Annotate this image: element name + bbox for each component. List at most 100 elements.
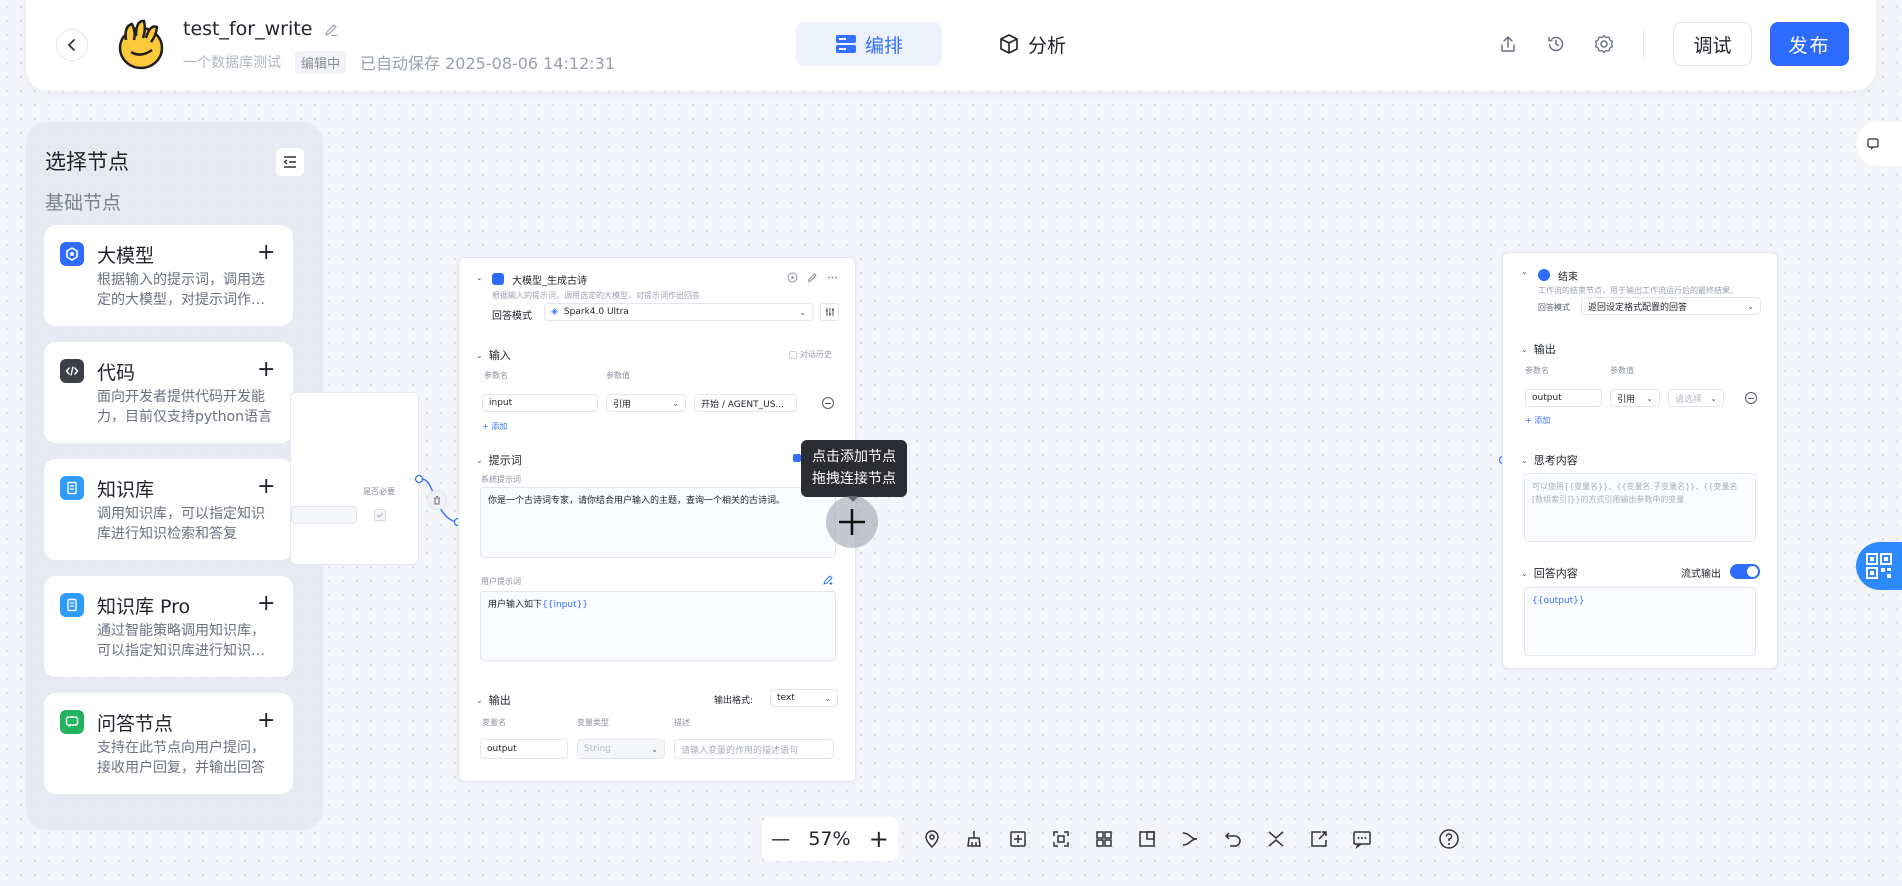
node-card-name: 大模型 [97, 245, 155, 267]
end-node-subtitle: 工作流的结束节点，用于输出工作流运行后的最终结果。 [1538, 286, 1738, 295]
minimap-icon[interactable] [1134, 826, 1160, 852]
ai-write-icon[interactable] [822, 574, 834, 586]
collapse-node-icon[interactable]: ⌄ [1521, 267, 1528, 276]
add-note-icon[interactable] [1005, 826, 1031, 852]
publish-button[interactable]: 发布 [1770, 22, 1849, 66]
system-prompt-editor[interactable]: 你是一个古诗词专家，请你结合用户输入的主题，查询一个相关的古诗词。 [480, 487, 836, 558]
add-node-plus-icon[interactable]: + [257, 592, 275, 616]
start-node-partial[interactable]: 是否必要 [290, 392, 419, 565]
think-content-editor[interactable]: 可以使用{{变量名}}、{{变量名.子变量名}}、{{变量名[数组索引]}}的方… [1524, 473, 1756, 542]
llm-node[interactable]: ⌄ 大模型_生成古诗 根据输入的提示词，调用选定的大模型，对提示词作出回答 回答… [458, 257, 856, 782]
end-output-section[interactable]: ⌄ 输出 [1521, 341, 1556, 357]
input-ref-select[interactable]: 开始 / AGENT_US... [694, 394, 797, 412]
tab-orchestrate[interactable]: 编排 [796, 22, 942, 66]
input-ref-value: 开始 / AGENT_US... [701, 399, 785, 410]
layout-icon[interactable] [1091, 826, 1117, 852]
collapse-node-icon[interactable]: ⌄ [476, 273, 483, 282]
output-desc-field[interactable]: 请输入变量的作用的描述语句 [674, 739, 834, 759]
autosave-status: 已自动保存 2025-08-06 14:12:31 [360, 54, 616, 73]
answer-content-editor[interactable]: {{output}} [1524, 587, 1756, 656]
clean-icon[interactable] [961, 826, 987, 852]
chevron-down-icon: ⌄ [1646, 393, 1653, 403]
stream-output-toggle[interactable] [1730, 564, 1760, 579]
connector-icon[interactable] [1177, 826, 1203, 852]
knowledge-icon [60, 476, 84, 500]
share-icon[interactable] [1496, 32, 1520, 56]
undo-icon[interactable] [1220, 826, 1246, 852]
end-output-name-field[interactable]: output [1525, 389, 1602, 407]
collapse-panel-button[interactable] [276, 148, 304, 176]
node-card-code[interactable]: 代码 + 面向开发者提供代码开发能力，目前仅支持python语言 [44, 342, 293, 443]
output-section[interactable]: ⌄ 输出 [476, 692, 511, 708]
node-card-knowledge-pro[interactable]: 知识库 Pro + 通过智能策略调用知识库，可以指定知识库进行知识检索 [44, 576, 293, 677]
node-card-qa[interactable]: 问答节点 + 支持在此节点向用户提问，接收用户回复，并输出回答 [44, 693, 293, 794]
end-output-type-select[interactable]: 引用 ⌄ [1610, 389, 1660, 407]
end-output-ref-select[interactable]: 请选择 ⌄ [1668, 389, 1724, 407]
remove-param-icon[interactable] [1745, 392, 1757, 404]
history-checkbox[interactable] [789, 350, 797, 359]
input-section[interactable]: ⌄ 输入 [476, 347, 511, 363]
feedback-button[interactable] [1856, 122, 1902, 166]
node-card-llm[interactable]: 大模型 + 根据输入的提示词，调用选定的大模型，对提示词作出回答 [44, 225, 293, 326]
app-title: test_for_write [183, 18, 338, 40]
collapse-all-icon[interactable] [1263, 826, 1289, 852]
run-icon[interactable] [787, 272, 798, 283]
answer-section[interactable]: ⌄ 回答内容 [1521, 565, 1578, 581]
qr-code-button[interactable] [1856, 542, 1902, 590]
prompt-section[interactable]: ⌄ 提示词 [476, 452, 522, 468]
add-node-handle[interactable] [826, 496, 878, 548]
chat-icon [1867, 138, 1879, 150]
add-node-plus-icon[interactable]: + [257, 241, 275, 265]
history-toggle[interactable]: 对话历史 [789, 349, 832, 360]
llm-node-subtitle: 根据输入的提示词，调用选定的大模型，对提示词作出回答 [492, 291, 700, 300]
output-name-field[interactable]: output [480, 739, 568, 759]
locate-icon[interactable] [919, 826, 945, 852]
delete-edge-button[interactable] [427, 490, 447, 510]
zoom-in-button[interactable]: + [869, 825, 889, 853]
fit-view-icon[interactable] [1048, 826, 1074, 852]
zoom-out-button[interactable]: — [771, 828, 790, 850]
user-prompt-editor[interactable]: 用户输入如下{{input}} [480, 591, 836, 661]
edit-title-icon[interactable] [324, 23, 338, 37]
system-prompt-text: 你是一个古诗词专家，请你结合用户输入的主题，查询一个相关的古诗词。 [488, 496, 786, 506]
comment-icon[interactable] [1349, 826, 1375, 852]
more-icon[interactable] [827, 272, 838, 283]
chevron-down-icon: ⌄ [1710, 393, 1717, 403]
required-checkbox[interactable] [374, 509, 386, 521]
add-input-button[interactable]: + 添加 [482, 421, 507, 432]
user-prompt-variable: {{input}} [542, 600, 589, 610]
node-card-knowledge[interactable]: 知识库 + 调用知识库，可以指定知识库进行知识检索和答复 [44, 459, 293, 560]
think-section[interactable]: ⌄ 思考内容 [1521, 452, 1578, 468]
llm-icon [492, 273, 504, 285]
input-name-field[interactable]: input [482, 394, 598, 412]
var-name-label: 变量名 [482, 718, 506, 727]
model-settings-button[interactable] [820, 303, 839, 321]
remove-param-icon[interactable] [822, 397, 834, 409]
help-icon[interactable] [1436, 826, 1462, 852]
gear-icon[interactable] [1592, 32, 1616, 56]
system-prompt-label: 系统提示词 [481, 475, 521, 484]
check-icon [376, 512, 384, 518]
end-add-button[interactable]: + 添加 [1525, 415, 1550, 426]
history-icon[interactable] [1544, 32, 1568, 56]
edit-icon[interactable] [807, 272, 818, 283]
input-type-select[interactable]: 引用 ⌄ [606, 394, 686, 412]
end-node[interactable]: ⌄ 结束 工作流的结束节点，用于输出工作流运行后的最终结果。 回答模式 返回设定… [1502, 252, 1778, 669]
tab-analysis[interactable]: 分析 [998, 22, 1066, 66]
export-icon[interactable] [1306, 826, 1332, 852]
output-format-select[interactable]: text ⌄ [770, 689, 838, 707]
add-node-plus-icon[interactable]: + [257, 358, 275, 382]
end-param-value-label: 参数值 [1610, 366, 1634, 375]
add-node-plus-icon[interactable]: + [257, 709, 275, 733]
end-mode-select[interactable]: 返回设定格式配置的回答 ⌄ [1581, 297, 1761, 315]
tab-analysis-label: 分析 [1028, 34, 1067, 57]
back-button[interactable] [56, 29, 88, 61]
code-icon [60, 359, 84, 383]
end-mode-value: 返回设定格式配置的回答 [1588, 302, 1688, 313]
model-select[interactable]: ◈ Spark4.0 Ultra ⌄ [544, 303, 813, 321]
node-card-desc: 调用知识库，可以指定知识库进行知识检索和答复 [97, 506, 265, 542]
add-node-plus-icon[interactable]: + [257, 475, 275, 499]
debug-button[interactable]: 调试 [1673, 22, 1752, 66]
add-node-tooltip: 点击添加节点 拖拽连接节点 [801, 440, 907, 497]
prompt-template-icon[interactable] [793, 454, 801, 462]
